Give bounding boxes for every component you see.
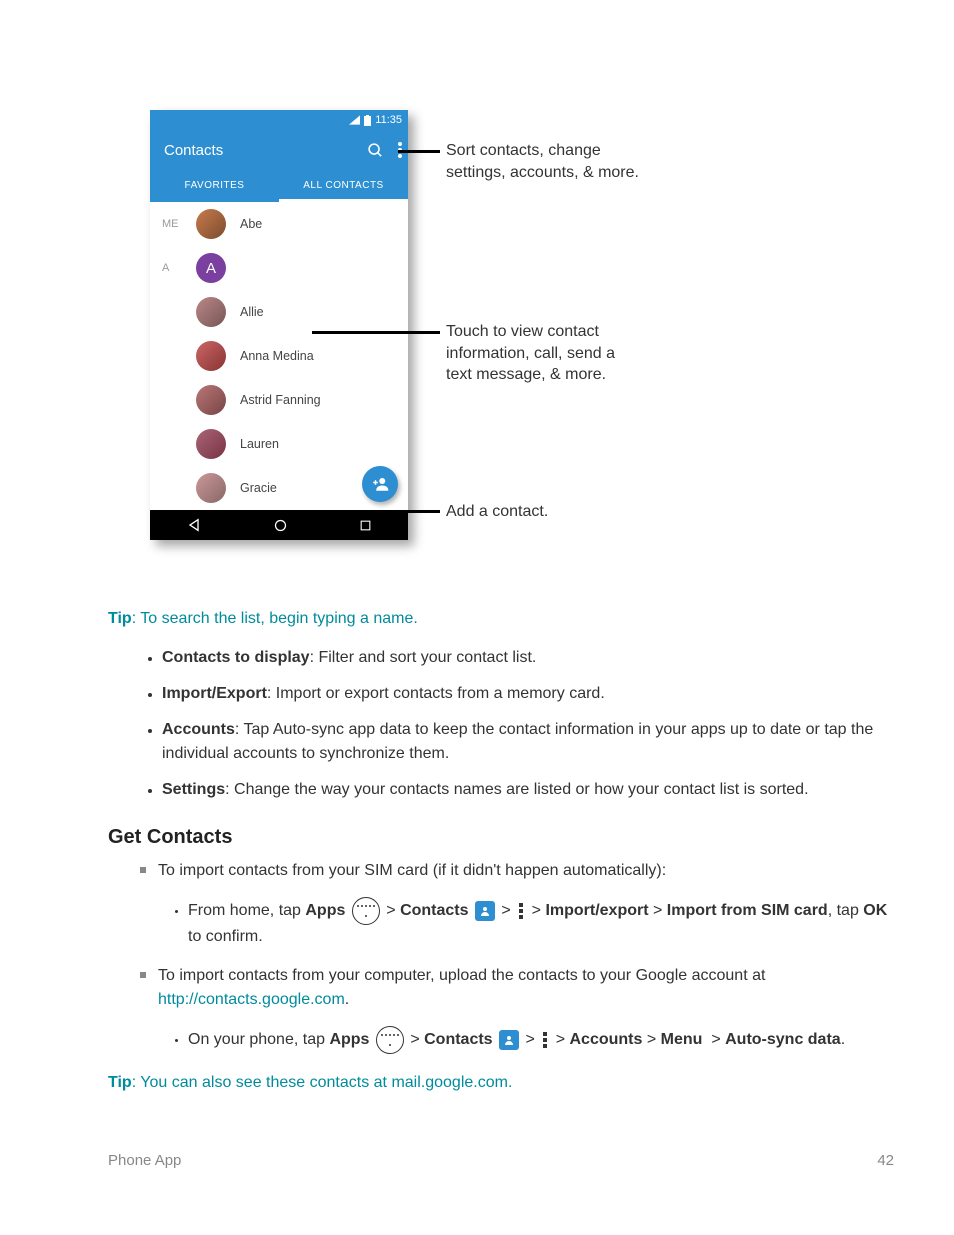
page-number: 42 bbox=[877, 1152, 894, 1169]
list-item[interactable]: Lauren bbox=[150, 422, 408, 466]
tab-bar: FAVORITES ALL CONTACTS bbox=[150, 170, 408, 202]
contacts-google-link[interactable]: http://contacts.google.com bbox=[158, 991, 345, 1008]
app-bar: Contacts bbox=[150, 130, 408, 170]
list-item[interactable]: Astrid Fanning bbox=[150, 378, 408, 422]
status-bar: 11:35 bbox=[150, 110, 408, 130]
apps-icon bbox=[376, 1026, 404, 1054]
step-import-sim: From home, tap Apps > Contacts > > Impor… bbox=[188, 897, 894, 950]
battery-icon bbox=[364, 115, 371, 126]
app-title: Contacts bbox=[164, 142, 223, 159]
avatar bbox=[196, 473, 226, 503]
step-auto-sync: On your phone, tap Apps > Contacts > > A… bbox=[188, 1026, 894, 1054]
contact-name: Anna Medina bbox=[240, 349, 314, 363]
contacts-app-icon bbox=[475, 901, 495, 921]
list-item[interactable]: A A bbox=[150, 246, 408, 290]
callout-contact: Touch to view contact information, call,… bbox=[446, 321, 615, 386]
contacts-figure: 11:35 Contacts FAVORITES ALL CONTACTS ME… bbox=[150, 110, 894, 590]
tip-mail-google: Tip: You can also see these contacts at … bbox=[108, 1074, 894, 1092]
callout-fab: Add a contact. bbox=[446, 501, 548, 523]
avatar bbox=[196, 429, 226, 459]
tab-all-contacts[interactable]: ALL CONTACTS bbox=[279, 170, 408, 202]
status-time: 11:35 bbox=[375, 114, 402, 126]
get-contacts-steps: To import contacts from your SIM card (i… bbox=[108, 859, 894, 1054]
footer-section: Phone App bbox=[108, 1152, 181, 1169]
back-icon[interactable] bbox=[186, 517, 202, 533]
section-header-a: A bbox=[162, 262, 196, 274]
tab-favorites[interactable]: FAVORITES bbox=[150, 170, 279, 202]
section-header-me: ME bbox=[162, 218, 196, 230]
list-item[interactable]: Allie bbox=[150, 290, 408, 334]
tip-search: Tip: To search the list, begin typing a … bbox=[108, 610, 894, 628]
settings-bullets: Contacts to display: Filter and sort you… bbox=[108, 646, 894, 802]
contact-name: Lauren bbox=[240, 437, 279, 451]
contact-name: Astrid Fanning bbox=[240, 393, 321, 407]
add-contact-fab[interactable] bbox=[362, 466, 398, 502]
menu-icon bbox=[519, 903, 523, 919]
mail-google-link[interactable]: mail.google.com bbox=[391, 1074, 508, 1091]
contact-name: Gracie bbox=[240, 481, 277, 495]
home-icon[interactable] bbox=[273, 518, 288, 533]
contact-name: Allie bbox=[240, 305, 264, 319]
avatar bbox=[196, 385, 226, 415]
signal-icon bbox=[349, 115, 360, 125]
avatar: A bbox=[196, 253, 226, 283]
apps-icon bbox=[352, 897, 380, 925]
phone-mockup: 11:35 Contacts FAVORITES ALL CONTACTS ME… bbox=[150, 110, 408, 540]
avatar bbox=[196, 341, 226, 371]
list-item[interactable]: Anna Medina bbox=[150, 334, 408, 378]
add-person-icon bbox=[371, 475, 389, 493]
list-item[interactable]: ME Abe bbox=[150, 202, 408, 246]
recents-icon[interactable] bbox=[359, 519, 372, 532]
search-icon[interactable] bbox=[367, 142, 384, 159]
avatar bbox=[196, 209, 226, 239]
contact-name: Abe bbox=[240, 217, 262, 231]
heading-get-contacts: Get Contacts bbox=[108, 826, 894, 849]
avatar bbox=[196, 297, 226, 327]
nav-bar bbox=[150, 510, 408, 540]
contacts-app-icon bbox=[499, 1030, 519, 1050]
page-footer: Phone App 42 bbox=[108, 1152, 894, 1169]
callout-menu: Sort contacts, change settings, accounts… bbox=[446, 140, 639, 183]
menu-icon bbox=[543, 1032, 547, 1048]
